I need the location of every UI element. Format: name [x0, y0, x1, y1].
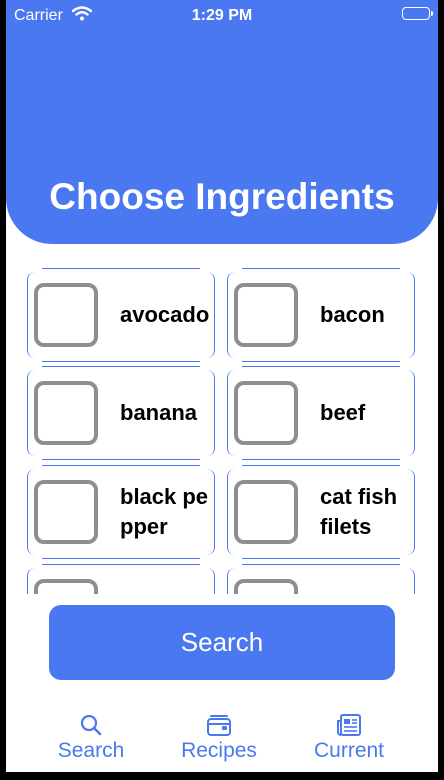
- tab-search[interactable]: Search: [19, 705, 163, 763]
- wallet-icon: [207, 715, 231, 736]
- tab-bar: Search Recipes Current: [6, 705, 438, 772]
- tab-label: Search: [57, 739, 125, 762]
- ingredient-label: cauliflo: [120, 568, 210, 594]
- ingredient-card[interactable]: beef: [227, 366, 415, 460]
- magnifier-icon: [80, 714, 102, 736]
- ingredient-checkbox[interactable]: [234, 283, 298, 347]
- ingredient-label: black pepper: [120, 484, 209, 539]
- ingredient-card[interactable]: avocado: [27, 268, 215, 362]
- ingredient-card[interactable]: black pepper: [27, 465, 215, 559]
- ingredient-grid[interactable]: avocado bacon banana beef black pepper c…: [6, 262, 438, 594]
- status-bar: Carrier 1:29 PM: [6, 0, 438, 32]
- ingredient-card[interactable]: cauliflo: [27, 564, 215, 594]
- ingredient-label: [320, 568, 410, 594]
- search-button[interactable]: Search: [49, 605, 395, 680]
- app-screen: Carrier 1:29 PM Choose Ingredients avoca…: [6, 0, 438, 772]
- ingredient-checkbox[interactable]: [234, 579, 298, 594]
- ingredient-checkbox[interactable]: [34, 480, 98, 544]
- tab-label: Recipes: [181, 739, 257, 762]
- ingredient-label: avocado: [120, 302, 210, 327]
- ingredient-label: beef: [320, 400, 366, 425]
- tab-current[interactable]: Current: [277, 705, 421, 763]
- header: Carrier 1:29 PM Choose Ingredients: [6, 0, 438, 244]
- ingredient-label: bacon: [320, 302, 385, 327]
- ingredient-label: banana: [120, 400, 198, 425]
- ingredient-card[interactable]: banana: [27, 366, 215, 460]
- ingredient-checkbox[interactable]: [234, 381, 298, 445]
- ingredient-card[interactable]: [227, 564, 415, 594]
- ingredient-checkbox[interactable]: [34, 283, 98, 347]
- tab-recipes[interactable]: Recipes: [147, 705, 291, 763]
- battery-icon: [402, 7, 433, 20]
- ingredient-checkbox[interactable]: [34, 381, 98, 445]
- newspaper-icon: [337, 714, 361, 736]
- ingredient-label: cat fish filets: [320, 484, 398, 539]
- ingredient-card[interactable]: bacon: [227, 268, 415, 362]
- status-time: 1:29 PM: [191, 7, 253, 24]
- tab-label: Current: [313, 739, 385, 762]
- ingredient-card[interactable]: cat fish filets: [227, 465, 415, 559]
- ingredient-checkbox[interactable]: [34, 579, 98, 594]
- page-title: Choose Ingredients: [49, 176, 395, 217]
- ingredient-checkbox[interactable]: [234, 480, 298, 544]
